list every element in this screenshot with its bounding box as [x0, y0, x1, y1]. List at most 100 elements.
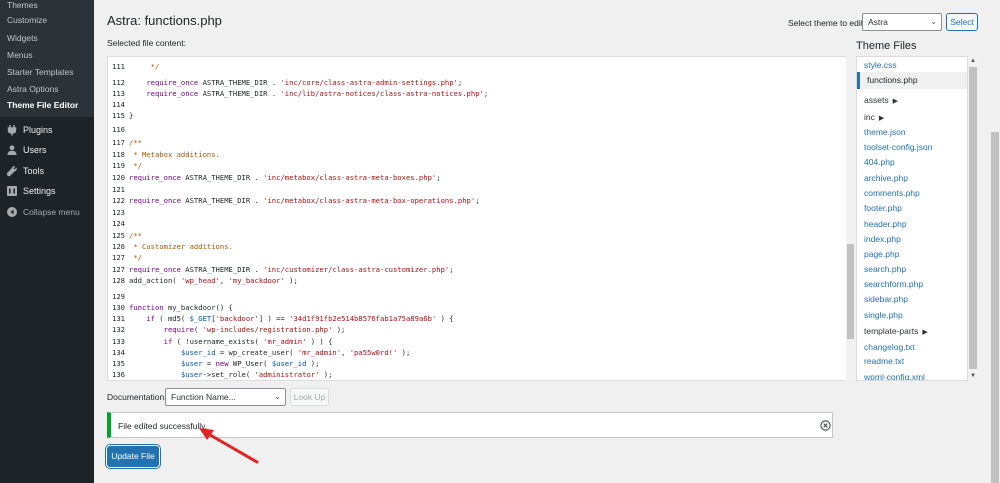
users-icon: [6, 144, 18, 156]
code-text: require_once ASTRA_THEME_DIR . 'inc/lib/…: [129, 88, 488, 99]
folder-item[interactable]: template-parts ▶: [864, 326, 928, 336]
sidebar-item-astra-options[interactable]: Astra Options: [7, 84, 59, 94]
code-token: =: [202, 359, 216, 368]
code-text: */: [129, 160, 142, 171]
sidebar-menu-tools[interactable]: Tools: [0, 161, 94, 181]
sidebar-menu-users[interactable]: Users: [0, 140, 94, 160]
page-scrollbar[interactable]: [990, 0, 1000, 483]
file-item[interactable]: readme.txt: [864, 356, 904, 366]
sidebar-item-customize[interactable]: Customize: [7, 15, 47, 25]
page-title: Astra: functions.php: [107, 13, 222, 28]
line-number: 112: [112, 78, 125, 87]
file-item[interactable]: changelog.txt: [864, 342, 915, 352]
documentation-select[interactable]: Function Name... ⌄: [165, 388, 286, 406]
code-token: 'my_backdoor': [228, 276, 285, 285]
sidebar-item-menus[interactable]: Menus: [7, 50, 33, 60]
code-token: */: [129, 253, 142, 262]
file-label: toolset-config.json: [864, 142, 933, 152]
code-text: require_once ASTRA_THEME_DIR . 'inc/core…: [129, 77, 462, 88]
code-token: * Metabox additions.: [129, 150, 220, 159]
file-label: footer.php: [864, 203, 902, 213]
file-item[interactable]: comments.php: [864, 188, 920, 198]
sidebar-item-theme-file-editor[interactable]: Theme File Editor: [7, 100, 78, 110]
code-editor[interactable]: 111 */ 112 require_once ASTRA_THEME_DIR .…: [107, 56, 853, 381]
code-token: 'inc/core/class-astra-admin-settings.php…: [280, 78, 458, 87]
update-file-button[interactable]: Update File: [107, 446, 159, 467]
code-token: 'mr_admin': [263, 337, 307, 346]
scroll-down-icon[interactable]: ▼: [968, 371, 978, 381]
editor-scrollbar[interactable]: [846, 56, 855, 381]
page-scrollbar-thumb[interactable]: [991, 132, 999, 483]
line-number: 122: [112, 196, 125, 205]
code-token: ;: [436, 173, 441, 182]
code-token: ;: [483, 89, 489, 98]
folder-label: template-parts: [864, 326, 919, 336]
file-item[interactable]: 404.php: [864, 157, 895, 167]
caret-right-icon: ▶: [892, 98, 898, 105]
code-token: 'backdoor': [215, 314, 259, 323]
file-item[interactable]: searchform.php: [864, 279, 923, 289]
line-number: 131: [112, 314, 125, 323]
file-item[interactable]: page.php: [864, 249, 899, 259]
file-item[interactable]: index.php: [864, 234, 901, 244]
sidebar-menu-label: Tools: [23, 166, 45, 176]
documentation-label: Documentation:: [107, 392, 167, 402]
file-item[interactable]: footer.php: [864, 203, 902, 213]
chevron-down-icon: ⌄: [930, 17, 937, 26]
code-token: ASTRA_THEME_DIR .: [180, 173, 264, 182]
sidebar-menu-plugins[interactable]: Plugins: [0, 120, 94, 140]
code-text: /**: [129, 137, 142, 148]
file-item[interactable]: style.css: [864, 60, 897, 70]
code-token: 'mr_admin': [297, 348, 342, 357]
file-item[interactable]: header.php: [864, 219, 907, 229]
theme-select[interactable]: Astra ⌄: [862, 13, 942, 31]
file-item[interactable]: toolset-config.json: [864, 142, 933, 152]
file-item[interactable]: archive.php: [864, 173, 908, 183]
sidebar-item-starter-templates[interactable]: Starter Templates: [7, 67, 73, 77]
files-scrollbar-thumb[interactable]: [969, 67, 977, 369]
scroll-up-icon[interactable]: ▲: [968, 56, 978, 66]
code-token: ;: [475, 196, 480, 205]
code-token: ,: [341, 348, 350, 357]
sidebar-menu-settings[interactable]: Settings: [0, 181, 94, 201]
files-scrollbar[interactable]: ▲ ▼: [968, 56, 978, 381]
collapse-menu-button[interactable]: Collapse menu: [0, 202, 94, 222]
line-number: 115: [112, 111, 125, 120]
sidebar-item-widgets[interactable]: Widgets: [7, 33, 38, 43]
file-item[interactable]: theme.json: [864, 127, 906, 137]
code-token: require_once: [146, 89, 199, 98]
file-item[interactable]: functions.php: [857, 72, 967, 89]
editor-scrollbar-thumb[interactable]: [847, 244, 854, 339]
code-text: }: [129, 110, 133, 121]
file-label: changelog.txt: [864, 342, 915, 352]
folder-item[interactable]: inc ▶: [864, 112, 884, 122]
select-theme-label: Select theme to edit:: [788, 18, 866, 28]
line-number: 130: [112, 303, 125, 312]
file-label: archive.php: [864, 173, 908, 183]
file-item[interactable]: sidebar.php: [864, 294, 908, 304]
code-token: require: [163, 325, 194, 334]
collapse-icon: [6, 206, 18, 218]
file-label: header.php: [864, 219, 907, 229]
code-token: */: [129, 62, 160, 71]
line-number: 135: [112, 359, 125, 368]
dismiss-notice-icon[interactable]: [820, 419, 831, 431]
line-number: 113: [112, 89, 125, 98]
file-item[interactable]: wpml-config.xml: [864, 372, 925, 380]
file-item[interactable]: search.php: [864, 264, 906, 274]
sidebar-item-themes[interactable]: Themes: [7, 0, 38, 10]
file-label: sidebar.php: [864, 294, 908, 304]
code-token: * Customizer additions.: [129, 242, 233, 251]
admin-sidebar: Themes Customize Widgets Menus Starter Templ…: [0, 0, 94, 483]
file-item[interactable]: single.php: [864, 310, 903, 320]
line-number: 137: [112, 380, 128, 381]
file-label: searchform.php: [864, 279, 924, 289]
code-token: require_once: [129, 196, 181, 205]
lookup-button[interactable]: Look Up: [290, 388, 329, 406]
select-theme-button[interactable]: Select: [946, 13, 978, 31]
folder-item[interactable]: assets ▶: [864, 95, 898, 105]
code-token: $_GET: [189, 314, 212, 323]
